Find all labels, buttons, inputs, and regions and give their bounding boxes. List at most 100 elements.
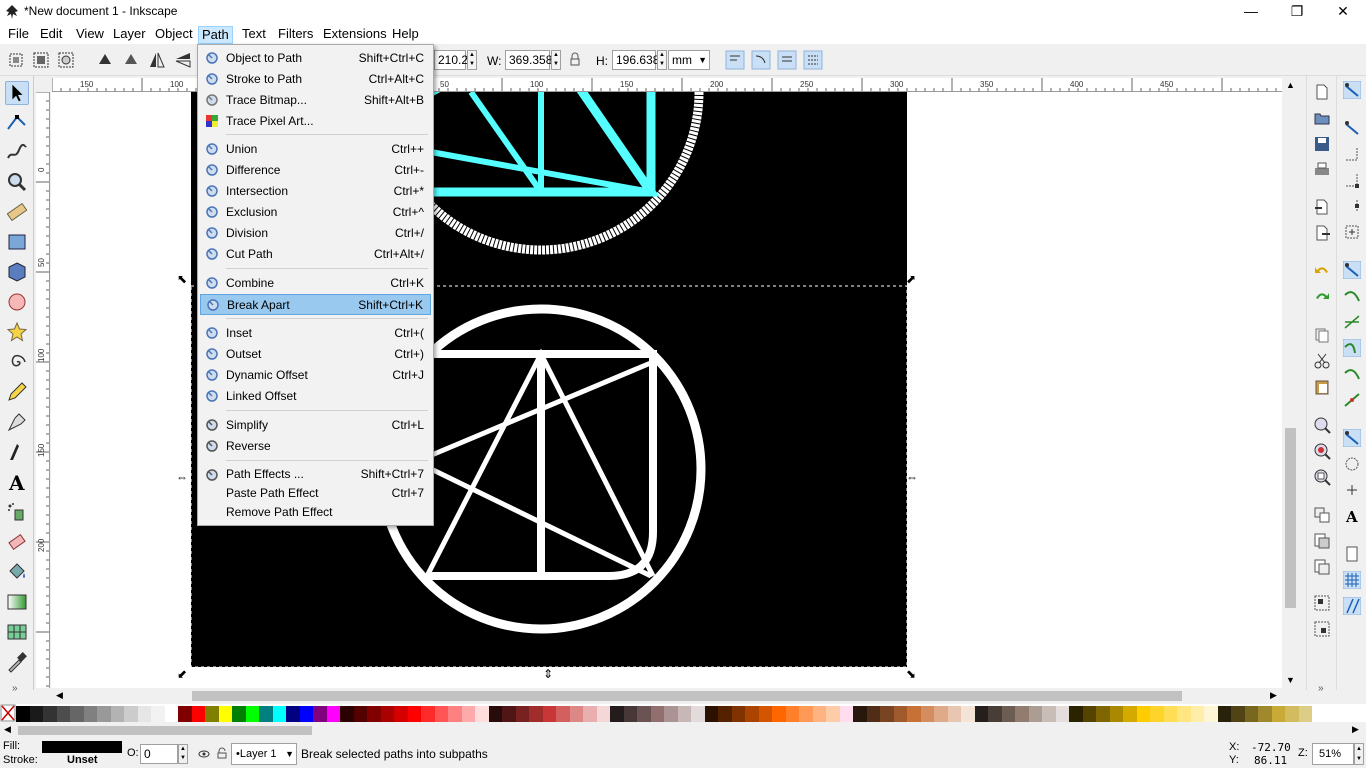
color-swatch[interactable]	[623, 706, 637, 722]
snap-page-border-icon[interactable]	[1343, 545, 1361, 563]
color-swatch[interactable]	[286, 706, 300, 722]
clone-icon[interactable]	[1313, 532, 1331, 550]
color-swatch[interactable]	[502, 706, 516, 722]
color-swatch[interactable]	[191, 706, 205, 722]
snap-smooth-icon[interactable]	[1343, 365, 1361, 383]
menu-text[interactable]: Text	[239, 26, 269, 44]
color-swatch[interactable]	[1258, 706, 1272, 722]
palette-scroll-right-icon[interactable]: ▶	[1352, 724, 1359, 735]
color-swatch[interactable]	[1001, 706, 1015, 722]
zoom-field[interactable]: 51%	[1312, 743, 1354, 765]
menu-item-division[interactable]: Division Ctrl+/	[200, 223, 431, 244]
menu-item-intersection[interactable]: Intersection Ctrl+*	[200, 181, 431, 202]
pencil-tool-icon[interactable]	[5, 380, 29, 404]
palette-scrollbar[interactable]: ◀ ▶	[0, 722, 1366, 738]
color-swatch[interactable]	[1298, 706, 1312, 722]
layer-visibility-icon[interactable]	[198, 748, 210, 760]
snap-grid-icon[interactable]	[1343, 571, 1361, 589]
maximize-button[interactable]: ❐	[1274, 0, 1320, 24]
paste-icon[interactable]	[1313, 378, 1331, 396]
color-swatch[interactable]	[394, 706, 408, 722]
color-swatch[interactable]	[947, 706, 961, 722]
measure-tool-icon[interactable]	[5, 200, 29, 224]
color-swatch[interactable]	[853, 706, 867, 722]
color-swatch[interactable]	[1042, 706, 1056, 722]
menu-item-difference[interactable]: Difference Ctrl+-	[200, 160, 431, 181]
menu-item-exclusion[interactable]: Exclusion Ctrl+^	[200, 202, 431, 223]
horizontal-scrollbar[interactable]: ◀ ▶	[52, 688, 1282, 704]
color-swatch[interactable]	[650, 706, 664, 722]
color-swatch[interactable]	[934, 706, 948, 722]
menu-item-break-apart[interactable]: Break Apart Shift+Ctrl+K	[200, 294, 431, 315]
color-swatch[interactable]	[893, 706, 907, 722]
color-swatch[interactable]	[718, 706, 732, 722]
color-swatch[interactable]	[839, 706, 853, 722]
color-swatch[interactable]	[70, 706, 84, 722]
select-all-layers-icon[interactable]	[31, 50, 51, 70]
calligraphy-tool-icon[interactable]	[5, 440, 29, 464]
snap-rotation-center-icon[interactable]	[1343, 481, 1361, 499]
color-swatch[interactable]	[475, 706, 489, 722]
color-swatch[interactable]	[259, 706, 273, 722]
fill-swatch[interactable]	[42, 741, 122, 753]
color-swatch[interactable]	[1163, 706, 1177, 722]
snap-cusp-icon[interactable]	[1343, 339, 1361, 357]
color-swatch[interactable]	[758, 706, 772, 722]
color-swatch[interactable]	[1204, 706, 1218, 722]
color-swatch[interactable]	[1136, 706, 1150, 722]
color-swatch[interactable]	[610, 706, 624, 722]
text-tool-icon[interactable]: A	[5, 470, 29, 494]
color-swatch[interactable]	[961, 706, 975, 722]
scroll-left-icon[interactable]: ◀	[56, 690, 63, 701]
color-swatch[interactable]	[488, 706, 502, 722]
h-spinner[interactable]: ▲ ▼	[657, 50, 667, 70]
copy-icon[interactable]	[1313, 326, 1331, 344]
color-swatch[interactable]	[137, 706, 151, 722]
color-swatch[interactable]	[83, 706, 97, 722]
menu-file[interactable]: File	[5, 26, 32, 44]
menu-item-stroke-to-path[interactable]: Stroke to Path Ctrl+Alt+C	[200, 69, 431, 90]
eraser-tool-icon[interactable]	[5, 530, 29, 554]
close-button[interactable]: ✕	[1320, 0, 1366, 24]
snap-paths-icon[interactable]	[1343, 287, 1361, 305]
color-swatch[interactable]	[1015, 706, 1029, 722]
export-icon[interactable]	[1313, 224, 1331, 242]
menu-item-dynamic-offset[interactable]: Dynamic Offset Ctrl+J	[200, 365, 431, 386]
snap-bbox-icon[interactable]	[1343, 119, 1361, 137]
snap-bbox-center-icon[interactable]	[1343, 223, 1361, 241]
color-swatch[interactable]	[704, 706, 718, 722]
color-swatch[interactable]	[407, 706, 421, 722]
color-swatch[interactable]	[542, 706, 556, 722]
color-swatch[interactable]	[421, 706, 435, 722]
menu-item-paste-path-effect[interactable]: Paste Path Effect Ctrl+7	[200, 484, 431, 503]
menu-edit[interactable]: Edit	[37, 26, 65, 44]
scale-handle-ne[interactable]: ⬈	[906, 272, 916, 286]
menu-item-linked-offset[interactable]: Linked Offset	[200, 386, 431, 407]
x-spinner[interactable]: ▲ ▼	[467, 50, 477, 70]
opacity-spinner[interactable]: ▲ ▼	[178, 744, 188, 764]
color-swatch[interactable]	[178, 706, 192, 722]
menu-item-remove-path-effect[interactable]: Remove Path Effect	[200, 503, 431, 522]
zoom-spinner[interactable]: ▲ ▼	[1354, 743, 1364, 765]
menu-layer[interactable]: Layer	[110, 26, 149, 44]
cut-icon[interactable]	[1313, 352, 1331, 370]
color-swatch[interactable]	[529, 706, 543, 722]
snap-others-icon[interactable]	[1343, 429, 1361, 447]
scale-handle-n[interactable]: ⇕	[543, 272, 553, 286]
color-swatch[interactable]	[515, 706, 529, 722]
x-field[interactable]: 210.20	[434, 50, 475, 70]
zoom-tool-icon[interactable]	[5, 170, 29, 194]
vertical-scroll-thumb[interactable]	[1285, 428, 1296, 608]
selector-tool-icon[interactable]	[5, 81, 29, 105]
snap-guide-icon[interactable]	[1343, 597, 1361, 615]
color-swatch[interactable]	[313, 706, 327, 722]
menu-item-combine[interactable]: Combine Ctrl+K	[200, 273, 431, 294]
color-swatch[interactable]	[448, 706, 462, 722]
select-all-icon[interactable]	[6, 50, 26, 70]
flip-horizontal-icon[interactable]	[147, 50, 167, 70]
menu-help[interactable]: Help	[389, 26, 422, 44]
print-icon[interactable]	[1313, 161, 1331, 179]
scroll-down-icon[interactable]: ▼	[1286, 675, 1295, 685]
color-swatch[interactable]	[637, 706, 651, 722]
color-swatch[interactable]	[556, 706, 570, 722]
